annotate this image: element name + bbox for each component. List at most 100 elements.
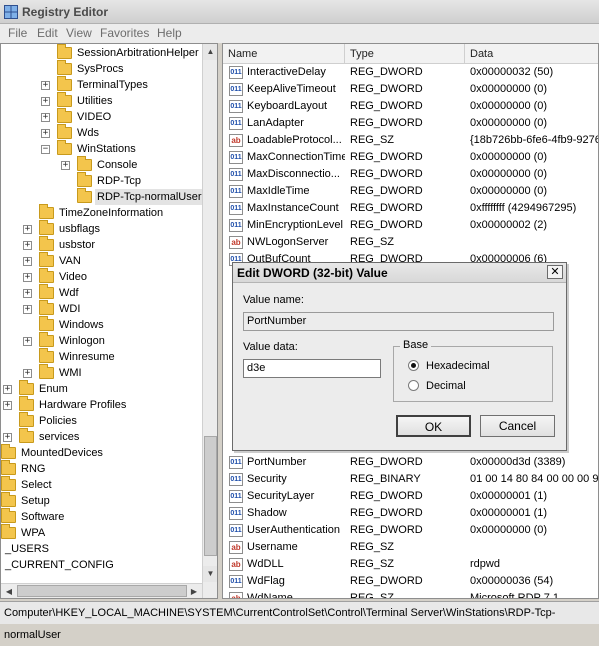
tree-item[interactable]: SysProcs (1, 60, 201, 77)
tree-item[interactable]: RDP-Tcp (1, 172, 201, 189)
value-row[interactable]: 011 MaxConnectionTime REG_DWORD 0x00000000 … (223, 149, 598, 166)
tree-item[interactable]: RNG (1, 460, 201, 477)
value-row[interactable]: 011 KeepAliveTimeout REG_DWORD 0x00000000 (… (223, 81, 598, 98)
registry-tree[interactable]: SessionArbitrationHelper SysProcs + Termina… (0, 43, 218, 599)
tree-item[interactable]: _USERS (1, 541, 201, 557)
value-data-input[interactable]: d3e (243, 359, 381, 378)
tree-item[interactable]: + Utilities (1, 92, 201, 109)
tree-item[interactable]: Windows (1, 316, 201, 333)
expand-icon[interactable]: + (41, 113, 50, 122)
scroll-down-arrow-icon[interactable]: ▼ (203, 566, 217, 582)
expand-icon[interactable]: + (41, 81, 50, 90)
value-row[interactable]: ab WdName REG_SZ Microsoft RDP 7.1 (223, 590, 598, 598)
menu-file[interactable]: File (8, 26, 27, 40)
tree-item[interactable]: + Hardware Profiles (1, 396, 201, 413)
value-row[interactable]: ab Username REG_SZ (223, 539, 598, 556)
tree-item[interactable]: Policies (1, 412, 201, 429)
value-row[interactable]: ab LoadableProtocol... REG_SZ {18b726bb-6fe… (223, 132, 598, 149)
value-row[interactable]: 011 PortNumber REG_DWORD 0x00000d3d (3389) (223, 454, 598, 471)
value-row[interactable]: 011 MaxInstanceCount REG_DWORD 0xffffffff (… (223, 200, 598, 217)
expand-icon[interactable]: + (3, 433, 12, 442)
collapse-icon[interactable]: − (41, 145, 50, 154)
expand-icon[interactable]: + (23, 369, 32, 378)
tree-item[interactable]: + usbstor (1, 236, 201, 253)
menu-favorites[interactable]: Favorites (100, 26, 149, 40)
tree-item-label: VIDEO (77, 111, 112, 123)
expand-icon[interactable]: + (41, 97, 50, 106)
column-header-type[interactable]: Type (345, 44, 465, 64)
tree-item[interactable]: + VAN (1, 252, 201, 269)
tree-item[interactable]: MountedDevices (1, 444, 201, 461)
tree-item-label: _USERS (5, 543, 50, 555)
expand-icon[interactable]: + (3, 385, 12, 394)
tree-item[interactable]: + Wds (1, 124, 201, 141)
expand-icon[interactable]: + (23, 257, 32, 266)
tree-item[interactable]: + TerminalTypes (1, 76, 201, 93)
tree-item[interactable]: + services (1, 428, 201, 445)
tree-item[interactable]: + Wdf (1, 284, 201, 301)
tree-item[interactable]: TimeZoneInformation (1, 204, 201, 221)
tree-item[interactable]: WPA (1, 524, 201, 541)
tree-item[interactable]: Winresume (1, 348, 201, 365)
value-row[interactable]: ab NWLogonServer REG_SZ (223, 234, 598, 251)
scroll-right-arrow-icon[interactable]: ▶ (186, 584, 202, 598)
value-row[interactable]: 011 LanAdapter REG_DWORD 0x00000000 (0) (223, 115, 598, 132)
expand-icon[interactable]: + (3, 401, 12, 410)
value-row[interactable]: 011 Shadow REG_DWORD 0x00000001 (1) (223, 505, 598, 522)
column-header-name[interactable]: Name (223, 44, 345, 64)
radio-button-hex[interactable] (408, 360, 419, 371)
tree-item[interactable]: Software (1, 508, 201, 525)
tree-item[interactable]: Setup (1, 492, 201, 509)
expand-icon[interactable]: + (23, 337, 32, 346)
value-row[interactable]: 011 MaxIdleTime REG_DWORD 0x00000000 (0) (223, 183, 598, 200)
cancel-button[interactable]: Cancel (480, 415, 555, 437)
value-row[interactable]: 011 MaxDisconnectio... REG_DWORD 0x00000000… (223, 166, 598, 183)
tree-item[interactable]: + WMI (1, 364, 201, 381)
scroll-up-arrow-icon[interactable]: ▲ (203, 44, 217, 60)
tree-item[interactable]: + Enum (1, 380, 201, 397)
tree-item[interactable]: + Video (1, 268, 201, 285)
expand-icon[interactable]: + (23, 289, 32, 298)
value-row[interactable]: 011 InteractiveDelay REG_DWORD 0x00000032 (… (223, 64, 598, 81)
radio-button-decimal[interactable] (408, 380, 419, 391)
value-row[interactable]: 011 SecurityLayer REG_DWORD 0x00000001 (1) (223, 488, 598, 505)
value-row[interactable]: 011 WdFlag REG_DWORD 0x00000036 (54) (223, 573, 598, 590)
menu-edit[interactable]: Edit (37, 26, 58, 40)
tree-item[interactable]: Select (1, 476, 201, 493)
tree-horizontal-scrollbar[interactable]: ◀ ▶ (1, 583, 202, 598)
expand-icon[interactable]: + (61, 161, 70, 170)
binary-value-icon: 011 (229, 490, 243, 503)
value-type: REG_DWORD (350, 575, 423, 587)
tree-item[interactable]: RDP-Tcp-normalUser (1, 188, 204, 205)
expand-icon[interactable]: + (23, 305, 32, 314)
tree-item[interactable]: + WDI (1, 300, 201, 317)
tree-item[interactable]: + VIDEO (1, 108, 201, 125)
tree-item[interactable]: SessionArbitrationHelper (1, 44, 201, 61)
tree-item[interactable]: + Winlogon (1, 332, 201, 349)
expand-icon[interactable]: + (23, 273, 32, 282)
value-row[interactable]: ab WdDLL REG_SZ rdpwd (223, 556, 598, 573)
ok-button[interactable]: OK (396, 415, 471, 437)
value-type: REG_DWORD (350, 117, 423, 129)
tree-vertical-scrollbar[interactable]: ▲ ▼ (202, 44, 217, 598)
scroll-left-arrow-icon[interactable]: ◀ (1, 584, 17, 598)
column-header-data[interactable]: Data (465, 44, 598, 64)
expand-icon[interactable]: + (23, 225, 32, 234)
tree-item[interactable]: − WinStations (1, 140, 201, 157)
hscroll-thumb[interactable] (17, 585, 187, 597)
tree-item[interactable]: + Console (1, 156, 201, 173)
tree-item[interactable]: _CURRENT_CONFIG (1, 557, 201, 573)
menu-help[interactable]: Help (157, 26, 182, 40)
value-row[interactable]: 011 Security REG_BINARY 01 00 14 80 84 00 0… (223, 471, 598, 488)
menu-view[interactable]: View (66, 26, 92, 40)
expand-icon[interactable]: + (41, 129, 50, 138)
value-row[interactable]: 011 MinEncryptionLevel REG_DWORD 0x00000002… (223, 217, 598, 234)
value-row[interactable]: 011 UserAuthentication REG_DWORD 0x00000000… (223, 522, 598, 539)
tree-item-label: Policies (39, 415, 77, 427)
value-row[interactable]: 011 KeyboardLayout REG_DWORD 0x00000000 (0) (223, 98, 598, 115)
expand-icon[interactable]: + (23, 241, 32, 250)
close-icon[interactable]: ✕ (547, 265, 563, 279)
value-name: WdDLL (247, 558, 284, 570)
scroll-thumb[interactable] (204, 436, 217, 556)
tree-item[interactable]: + usbflags (1, 220, 201, 237)
